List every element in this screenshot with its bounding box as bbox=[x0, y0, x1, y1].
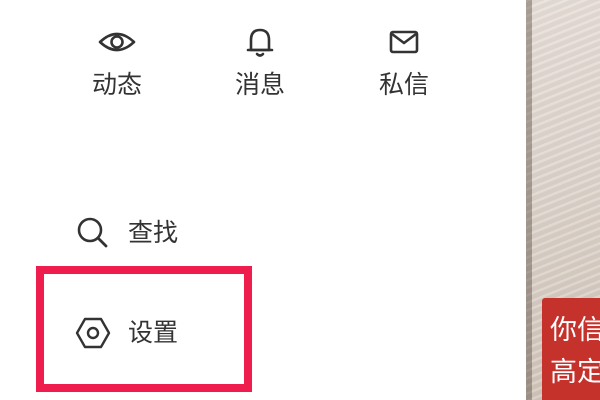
panel-edge-shadow bbox=[526, 0, 532, 400]
menu-item-search[interactable]: 查找 bbox=[74, 213, 178, 253]
side-menu-panel: 动态 消息 私信 查找 设置 bbox=[0, 0, 526, 400]
video-caption-line-2: 高定 bbox=[550, 357, 600, 388]
menu-item-settings[interactable]: 设置 bbox=[74, 313, 178, 353]
mail-icon bbox=[389, 30, 419, 54]
nav-item-messages[interactable]: 消息 bbox=[215, 22, 305, 102]
nav-item-messages-label: 消息 bbox=[234, 70, 285, 99]
bell-icon bbox=[246, 28, 274, 57]
nav-item-dynamics-label: 动态 bbox=[91, 70, 142, 99]
nav-item-private-messages[interactable]: 私信 bbox=[359, 22, 449, 102]
eye-icon bbox=[98, 32, 136, 52]
hexagon-settings-icon bbox=[75, 317, 111, 349]
search-icon bbox=[77, 217, 108, 248]
video-caption-line-1: 你信 bbox=[550, 315, 600, 346]
nav-item-dynamics[interactable]: 动态 bbox=[72, 22, 162, 102]
menu-item-search-label: 查找 bbox=[128, 218, 179, 247]
video-preview[interactable]: 你信 高定 bbox=[526, 0, 600, 400]
nav-item-private-messages-label: 私信 bbox=[378, 70, 429, 99]
menu-item-settings-label: 设置 bbox=[128, 318, 179, 347]
